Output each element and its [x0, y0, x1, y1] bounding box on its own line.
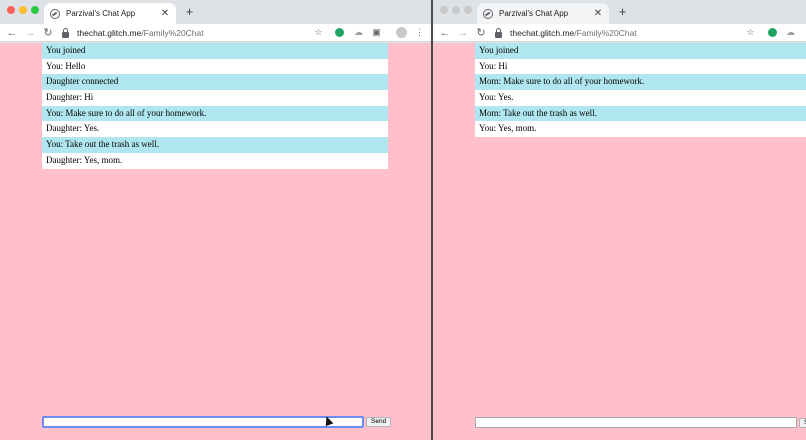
arrow-left-icon[interactable]: ←: [5, 26, 19, 40]
browser-window-left: Parzival's Chat App ✕ + ← → ↻ thechat.gl…: [0, 0, 431, 440]
extension-cloud-icon[interactable]: ☁: [785, 27, 796, 38]
message-item: Mom: Take out the trash as well.: [475, 105, 806, 122]
tab-strip: Parzival's Chat App ✕ +: [433, 0, 806, 24]
message-list: You joined You: Hello Daughter connected Da…: [42, 43, 388, 169]
url-path: /Family%20Chat: [574, 28, 637, 38]
message-item: You joined: [475, 43, 806, 59]
message-item: You: Yes, mom.: [475, 121, 806, 138]
reload-icon[interactable]: ↻: [474, 26, 488, 40]
kebab-menu-icon[interactable]: ⋮: [414, 27, 425, 38]
chat-page: You joined You: Hello Daughter connected Da…: [0, 43, 431, 440]
tab-strip: Parzival's Chat App ✕ +: [0, 0, 431, 24]
send-button[interactable]: S: [799, 417, 806, 428]
tab-chat-app[interactable]: Parzival's Chat App ✕: [477, 3, 609, 24]
maximize-window-button[interactable]: [464, 6, 472, 14]
message-item: You: Make sure to do all of your homewor…: [42, 105, 388, 122]
message-item: You: Hello: [42, 58, 388, 75]
message-item: You joined: [42, 43, 388, 59]
browser-toolbar: ← → ↻ thechat.glitch.me/Family%20Chat ☆ …: [433, 24, 806, 42]
message-item: Daughter: Yes, mom.: [42, 152, 388, 169]
message-item: Mom: Make sure to do all of your homewor…: [475, 74, 806, 91]
close-window-button[interactable]: [7, 6, 15, 14]
plus-icon[interactable]: +: [615, 5, 630, 20]
message-item: Daughter: Yes.: [42, 121, 388, 138]
message-item: You: Yes.: [475, 90, 806, 106]
message-item: You: Take out the trash as well.: [42, 137, 388, 153]
arrow-right-icon[interactable]: →: [23, 26, 37, 40]
star-icon[interactable]: ☆: [313, 27, 324, 38]
extension-green-icon[interactable]: [768, 28, 777, 37]
close-icon[interactable]: ✕: [593, 8, 603, 19]
arrow-left-icon[interactable]: ←: [438, 26, 452, 40]
lock-icon: [495, 27, 502, 38]
minimize-window-button[interactable]: [452, 6, 460, 14]
address-bar[interactable]: thechat.glitch.me/Family%20Chat: [62, 25, 204, 41]
chat-page: You joined You: Hi Mom: Make sure to do al…: [433, 43, 806, 440]
message-composer: S: [475, 417, 806, 428]
message-item: Daughter connected: [42, 74, 388, 91]
star-icon[interactable]: ☆: [745, 27, 756, 38]
reload-icon[interactable]: ↻: [41, 26, 55, 40]
extension-cloud-icon[interactable]: ☁: [353, 27, 364, 38]
arrow-right-icon[interactable]: →: [456, 26, 470, 40]
minimize-window-button[interactable]: [19, 6, 27, 14]
url-host: thechat.glitch.me: [77, 28, 142, 38]
message-composer: Send: [42, 416, 392, 428]
globe-icon: [50, 8, 60, 19]
plus-icon[interactable]: +: [182, 5, 197, 20]
maximize-window-button[interactable]: [31, 6, 39, 14]
url-path: /Family%20Chat: [141, 28, 204, 38]
message-input[interactable]: [475, 417, 797, 428]
lock-icon: [62, 27, 69, 38]
tab-title: Parzival's Chat App: [66, 9, 136, 18]
url-host: thechat.glitch.me: [510, 28, 575, 38]
browser-toolbar: ← → ↻ thechat.glitch.me/Family%20Chat ☆ …: [0, 24, 431, 42]
send-button[interactable]: Send: [366, 417, 392, 427]
message-item: Daughter: Hi: [42, 90, 388, 106]
extension-green-icon[interactable]: [335, 28, 344, 37]
close-icon[interactable]: ✕: [160, 8, 170, 19]
message-list: You joined You: Hi Mom: Make sure to do al…: [475, 43, 806, 138]
address-bar[interactable]: thechat.glitch.me/Family%20Chat: [495, 25, 637, 41]
tab-chat-app[interactable]: Parzival's Chat App ✕: [44, 3, 176, 24]
close-window-button[interactable]: [440, 6, 448, 14]
tab-title: Parzival's Chat App: [499, 9, 569, 18]
message-input[interactable]: [42, 416, 364, 428]
browser-window-right: Parzival's Chat App ✕ + ← → ↻ thechat.gl…: [433, 0, 806, 440]
profile-avatar-icon[interactable]: [396, 27, 407, 38]
extension-jar-icon[interactable]: ▣: [371, 27, 382, 38]
globe-icon: [483, 8, 493, 19]
message-item: You: Hi: [475, 58, 806, 75]
